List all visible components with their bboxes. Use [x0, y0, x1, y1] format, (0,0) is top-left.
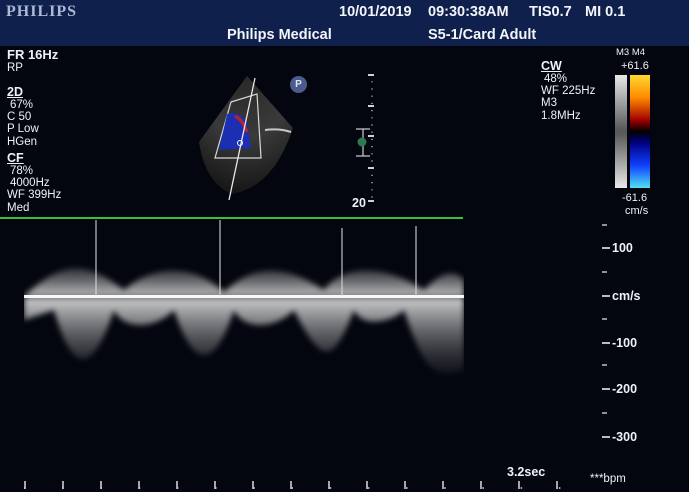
mode-cf-wall-filter: WF 399Hz [7, 189, 62, 202]
velocity-color-strip [630, 75, 650, 188]
exam-time: 09:30:38AM [428, 4, 509, 20]
transducer-preset: S5-1/Card Adult [428, 27, 537, 43]
mode-2d-title: 2D [7, 85, 23, 99]
mode-2d-gain: 67% [10, 99, 34, 111]
cw-frequency: 1.8MHz [541, 109, 581, 122]
mode-2d-persistence: P Low [7, 123, 39, 136]
spectrum-top-line [0, 217, 463, 219]
velocity-label-neg300: -300 [612, 430, 638, 444]
sweep-duration: 3.2sec [507, 465, 546, 479]
velocity-label-100: 100 [612, 241, 633, 255]
velocity-label-neg100: -100 [612, 336, 638, 350]
color-scale-max: +61.6 [621, 60, 649, 72]
mode-2d-compression: C 50 [7, 111, 32, 124]
velocity-scale [602, 224, 610, 438]
institution-name: Philips Medical [227, 27, 332, 43]
frame-rate: FR 16Hz [7, 47, 59, 62]
color-scale-unit: cm/s [625, 205, 649, 217]
brand-logo: PHILIPS [6, 3, 78, 20]
probe-orientation-icon: P [290, 76, 307, 93]
exam-date: 10/01/2019 [339, 4, 412, 20]
orientation: RP [7, 62, 23, 74]
cw-gain: 48% [544, 73, 568, 85]
color-map-label: M3 M4 [616, 47, 646, 58]
cw-params: CW 48% WF 225Hz M3 1.8MHz [541, 59, 595, 122]
mode-cf-title: CF [7, 151, 24, 165]
time-ticks [24, 481, 589, 489]
heart-rate: ***bpm [590, 473, 626, 485]
color-map-bar [615, 75, 650, 188]
velocity-unit: cm/s [612, 289, 641, 303]
color-scale-min: -61.6 [622, 192, 648, 204]
cw-wall-filter: WF 225Hz [541, 85, 596, 98]
sector-image [199, 76, 293, 201]
mode-cf-gain: 78% [10, 165, 34, 177]
ultrasound-screen: PHILIPS 10/01/2019 09:30:38AM TIS0.7 MI … [0, 0, 689, 492]
velocity-label-neg200: -200 [612, 382, 638, 396]
spectrum-baseline [24, 295, 464, 298]
doppler-spectrum [24, 220, 464, 374]
focal-zone-marker [357, 137, 367, 147]
mode-cf-params: CF 78% 4000Hz WF 399Hz Med [7, 151, 61, 214]
cw-transducer-mode: M3 [541, 97, 557, 110]
gray-scale-strip [615, 75, 627, 188]
mode-2d-harmonic: HGen [7, 135, 38, 148]
mode-2d-params: 2D 67% C 50 P Low HGen [7, 85, 39, 148]
mi-readout: MI 0.1 [585, 4, 626, 20]
depth-label: 20 [352, 196, 366, 210]
mode-cf-smoothing: Med [7, 201, 30, 214]
tis-readout: TIS0.7 [529, 4, 572, 20]
depth-scale [356, 74, 374, 202]
cw-title: CW [541, 59, 562, 73]
mode-cf-prf: 4000Hz [10, 177, 50, 190]
